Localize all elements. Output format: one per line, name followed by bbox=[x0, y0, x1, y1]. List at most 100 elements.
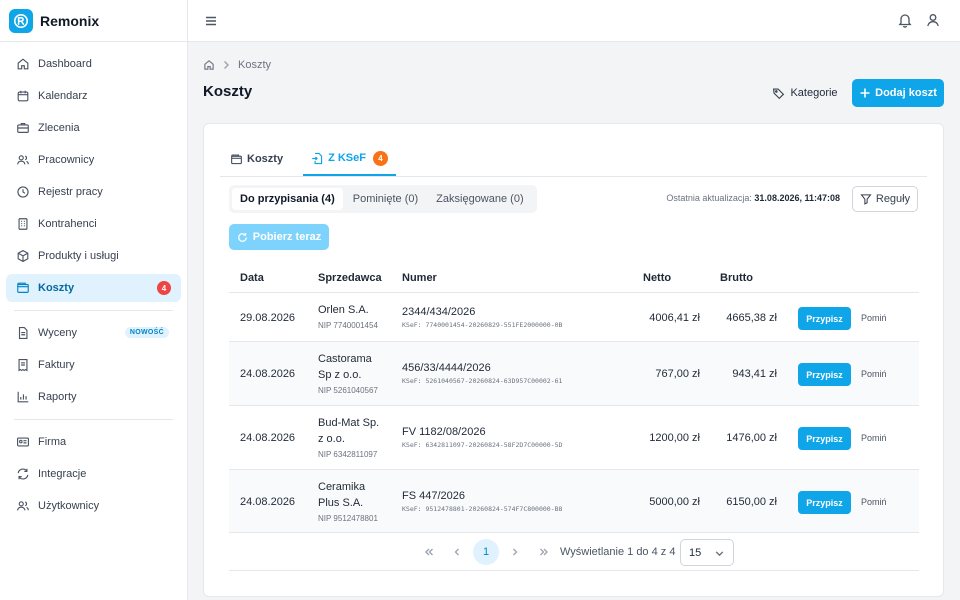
fetch-now-label: Pobierz teraz bbox=[252, 231, 322, 243]
row-brutto: 943,41 zł bbox=[732, 368, 777, 380]
assign-button[interactable]: Przypisz bbox=[798, 363, 851, 386]
add-cost-button[interactable]: Dodaj koszt bbox=[852, 79, 944, 107]
per-page-value: 15 bbox=[689, 546, 702, 559]
calendar-icon bbox=[17, 90, 29, 102]
prev-page-button[interactable] bbox=[444, 539, 470, 565]
table-row: 24.08.2026 Castorama Sp z o.o. NIP 52610… bbox=[229, 342, 919, 406]
seller-nip: NIP 9512478801 bbox=[318, 514, 378, 523]
sidebar-item-pracownicy[interactable]: Pracownicy bbox=[6, 146, 181, 174]
sidebar-item-label: Raporty bbox=[38, 391, 77, 403]
invoice-number: 2344/434/2026 bbox=[402, 306, 476, 318]
sidebar-item-dashboard[interactable]: Dashboard bbox=[6, 50, 181, 78]
row-brutto: 1476,00 zł bbox=[726, 432, 777, 444]
table-row: 24.08.2026 Ceramika Plus S.A. NIP 951247… bbox=[229, 470, 919, 533]
chevrons-left-icon bbox=[425, 548, 433, 556]
sidebar-item-rejestr-pracy[interactable]: Rejestr pracy bbox=[6, 178, 181, 206]
rules-label: Reguły bbox=[875, 193, 911, 205]
next-page-button[interactable] bbox=[502, 539, 528, 565]
table-row: 29.08.2026 Orlen S.A. NIP 7740001454 234… bbox=[229, 294, 919, 342]
row-number: FS 447/2026 KSeF: 9512478801-20260824-57… bbox=[402, 490, 562, 513]
sidebar-item-label: Kalendarz bbox=[38, 90, 88, 102]
tab-z-ksef[interactable]: Z KSeF 4 bbox=[303, 142, 396, 176]
filter-pominiete[interactable]: Pominięte (0) bbox=[345, 188, 426, 210]
user-icon[interactable] bbox=[925, 12, 941, 28]
assign-button[interactable]: Przypisz bbox=[798, 307, 851, 330]
table-header: Data Sprzedawca Numer Netto Brutto bbox=[229, 261, 919, 293]
chevrons-right-icon bbox=[540, 548, 548, 556]
sidebar-item-label: Integracje bbox=[38, 468, 87, 480]
sidebar-item-faktury[interactable]: Faktury bbox=[6, 351, 181, 379]
sidebar-item-firma[interactable]: Firma bbox=[6, 428, 181, 456]
sidebar-item-wyceny[interactable]: Wyceny NOWOŚĆ bbox=[6, 319, 181, 347]
home-icon[interactable] bbox=[203, 59, 215, 71]
tab-koszty[interactable]: Koszty bbox=[222, 142, 291, 176]
fetch-now-button[interactable]: Pobierz teraz bbox=[229, 224, 329, 250]
sidebar-item-label: Produkty i usługi bbox=[38, 250, 119, 262]
table-row: 24.08.2026 Bud-Mat Sp. z o.o. NIP 634281… bbox=[229, 406, 919, 470]
add-cost-label: Dodaj koszt bbox=[875, 87, 937, 99]
column-seller: Sprzedawca bbox=[318, 272, 382, 284]
chevron-down-icon bbox=[715, 551, 724, 557]
row-brutto: 6150,00 zł bbox=[726, 496, 777, 508]
sidebar-item-kalendarz[interactable]: Kalendarz bbox=[6, 82, 181, 110]
sidebar-item-label: Kontrahenci bbox=[38, 218, 97, 230]
chevron-left-icon bbox=[454, 548, 459, 556]
sidebar-item-label: Faktury bbox=[38, 359, 75, 371]
seller-name: Ceramika Plus S.A. bbox=[318, 481, 366, 509]
skip-button[interactable]: Pomiń bbox=[861, 433, 887, 443]
wallet-icon bbox=[231, 153, 242, 164]
brand-name: Remonix bbox=[40, 12, 100, 29]
row-seller: Bud-Mat Sp. z o.o. NIP 6342811097 bbox=[318, 415, 386, 460]
invoice-number: FS 447/2026 bbox=[402, 490, 465, 502]
brand[interactable]: Remonix bbox=[0, 0, 187, 42]
sidebar-item-kontrahenci[interactable]: Kontrahenci bbox=[6, 210, 181, 238]
skip-button[interactable]: Pomiń bbox=[861, 313, 887, 323]
sidebar-item-koszty[interactable]: Koszty 4 bbox=[6, 274, 181, 302]
sidebar-nav: Dashboard Kalendarz Zlecenia Pracownicy … bbox=[0, 42, 187, 520]
skip-button[interactable]: Pomiń bbox=[861, 497, 887, 507]
per-page-select[interactable]: 15 bbox=[680, 539, 734, 566]
sidebar-item-raporty[interactable]: Raporty bbox=[6, 383, 181, 411]
seller-nip: NIP 5261040567 bbox=[318, 386, 378, 395]
assign-button[interactable]: Przypisz bbox=[798, 491, 851, 514]
bell-icon[interactable] bbox=[897, 12, 913, 28]
categories-button[interactable]: Kategorie bbox=[768, 80, 842, 106]
first-page-button[interactable] bbox=[416, 539, 442, 565]
sidebar-item-zlecenia[interactable]: Zlecenia bbox=[6, 114, 181, 142]
rules-button[interactable]: Reguły bbox=[852, 186, 918, 212]
sidebar: Remonix Dashboard Kalendarz Zlecenia Pra… bbox=[0, 0, 188, 600]
hamburger-menu-icon[interactable] bbox=[204, 14, 218, 28]
sidebar-item-uzytkownicy[interactable]: Użytkownicy bbox=[6, 492, 181, 520]
last-update-label: Ostatnia aktualizacja: bbox=[666, 193, 752, 203]
sidebar-item-label: Firma bbox=[38, 436, 67, 448]
id-card-icon bbox=[17, 437, 29, 447]
assign-button[interactable]: Przypisz bbox=[798, 427, 851, 450]
row-date: 29.08.2026 bbox=[240, 312, 296, 324]
row-seller: Orlen S.A. NIP 7740001454 bbox=[318, 302, 386, 331]
sidebar-item-label: Wyceny bbox=[38, 327, 78, 339]
users-cog-icon bbox=[17, 501, 29, 511]
chart-icon bbox=[17, 391, 29, 403]
document-icon bbox=[18, 327, 28, 339]
tabs-divider bbox=[220, 176, 927, 177]
filter-zaksiegowane[interactable]: Zaksięgowane (0) bbox=[428, 188, 531, 210]
filter-do-przypisania[interactable]: Do przypisania (4) bbox=[232, 188, 343, 210]
last-page-button[interactable] bbox=[531, 539, 557, 565]
receipt-icon bbox=[18, 359, 28, 372]
page-title: Koszty bbox=[203, 83, 253, 100]
ksef-id: KSeF: 7740001454-20260829-551FE2000000-0… bbox=[402, 321, 563, 329]
skip-button[interactable]: Pomiń bbox=[861, 369, 887, 379]
last-update-value: 31.08.2026, 11:47:08 bbox=[754, 193, 840, 203]
row-number: 456/33/4444/2026 KSeF: 5261040567-202608… bbox=[402, 362, 562, 385]
building-icon bbox=[18, 218, 28, 230]
row-seller: Castorama Sp z o.o. NIP 5261040567 bbox=[318, 351, 386, 396]
row-number: FV 1182/08/2026 KSeF: 6342811097-2026082… bbox=[402, 426, 562, 449]
page-1-button[interactable]: 1 bbox=[473, 539, 499, 565]
invoice-number: 456/33/4444/2026 bbox=[402, 362, 491, 374]
row-netto: 4006,41 zł bbox=[649, 312, 700, 324]
sidebar-item-produkty-i-uslugi[interactable]: Produkty i usługi bbox=[6, 242, 181, 270]
costs-card: Koszty Z KSeF 4 Do przypisania (4) Pomin… bbox=[203, 123, 944, 597]
refresh-icon bbox=[237, 232, 247, 242]
sidebar-item-integracje[interactable]: Integracje bbox=[6, 460, 181, 488]
file-import-icon bbox=[312, 152, 323, 164]
